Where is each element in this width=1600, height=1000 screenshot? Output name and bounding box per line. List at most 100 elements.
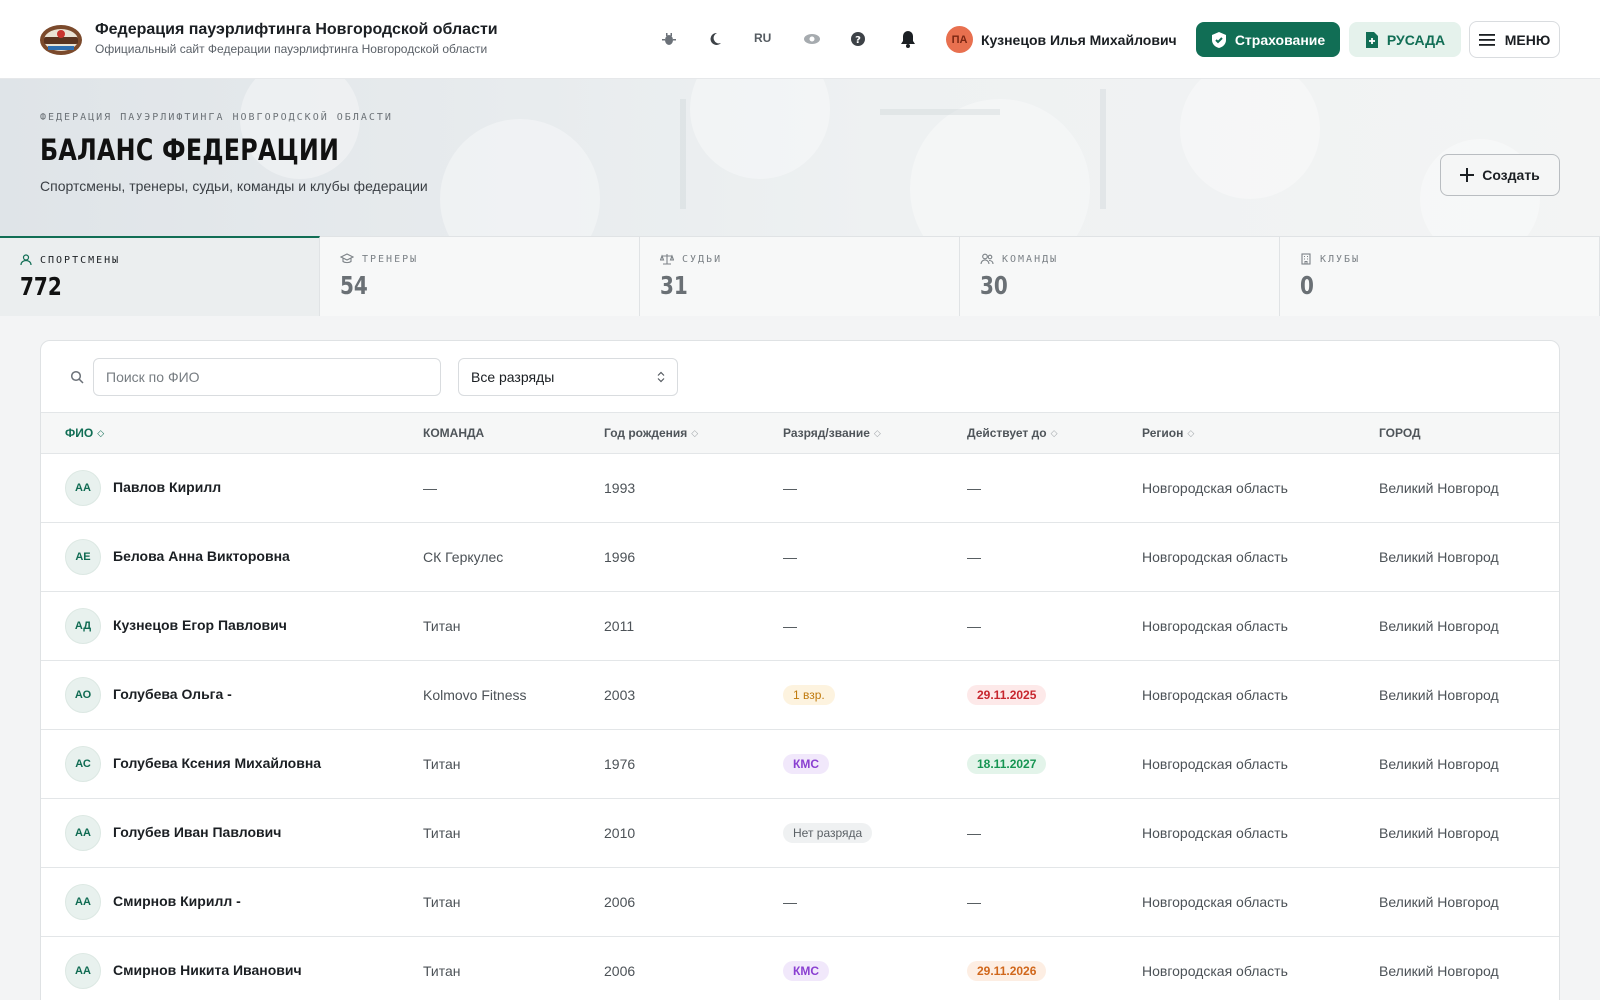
table-row[interactable]: АА Смирнов Никита Иванович Титан 2006 КМС 29.…	[41, 937, 1559, 1000]
bug-icon[interactable]	[657, 27, 681, 51]
hamburger-icon	[1478, 33, 1495, 46]
table-row[interactable]: АА Смирнов Кирилл - Титан 2006 — — Новгородска…	[41, 868, 1559, 937]
valid-until-cell: —	[967, 894, 981, 910]
city-cell: Великий Новгород	[1379, 549, 1499, 565]
valid-until-badge: 29.11.2025	[967, 685, 1047, 705]
hero-banner: ФЕДЕРАЦИЯ ПАУЭРЛИФТИНГА НОВГОРОДСКОЙ ОБЛ…	[0, 79, 1600, 236]
valid-until-cell: —	[967, 480, 981, 496]
site-title[interactable]: Федерация пауэрлифтинга Новгородской обл…	[95, 21, 498, 39]
table-row[interactable]: АА Голубев Иван Павлович Титан 2010 Нет разр…	[41, 799, 1559, 868]
rank-select[interactable]: Все разряды	[458, 358, 678, 396]
rank-cell: —	[783, 618, 797, 634]
athlete-name[interactable]: Голубева Ольга -	[113, 686, 232, 702]
table-row[interactable]: АЕ Белова Анна Викторовна СК Геркулес 1996 —…	[41, 523, 1559, 592]
rusada-label: РУСАДА	[1386, 31, 1446, 48]
team-cell: Титан	[423, 963, 461, 979]
column-label: Разряд/звание	[783, 426, 870, 440]
column-label: ГОРОД	[1379, 426, 1421, 440]
table-row[interactable]: АС Голубева Ксения Михайловна Титан 1976 КМС…	[41, 730, 1559, 799]
building-icon	[1301, 253, 1311, 265]
rank-cell: —	[783, 549, 797, 565]
valid-until-badge: 18.11.2027	[967, 754, 1047, 774]
svg-text:?: ?	[855, 35, 861, 46]
language-switch[interactable]: RU	[754, 31, 771, 45]
stat-value: 772	[20, 272, 62, 301]
team-cell: —	[423, 480, 437, 496]
top-header: Федерация пауэрлифтинга Новгородской обл…	[0, 0, 1600, 79]
search-input[interactable]	[93, 358, 441, 396]
help-icon[interactable]: ?	[846, 27, 870, 51]
birth-year-cell: 2003	[604, 687, 636, 703]
birth-year-cell: 1993	[604, 480, 636, 496]
insurance-button[interactable]: Страхование	[1196, 22, 1340, 57]
bell-icon[interactable]	[896, 27, 920, 51]
filters-bar: Все разряды	[41, 341, 1559, 413]
sort-icon: ◇	[691, 427, 699, 438]
user-profile[interactable]: ПА Кузнецов Илья Михайлович	[946, 26, 1177, 53]
athlete-name[interactable]: Кузнецов Егор Павлович	[113, 617, 287, 633]
team-cell: СК Геркулес	[423, 549, 504, 565]
site-subtitle: Официальный сайт Федерации пауэрлифтинга…	[95, 42, 488, 56]
column-label: Год рождения	[604, 426, 688, 440]
page-title: БАЛАНС ФЕДЕРАЦИИ	[40, 133, 340, 167]
rank-badge: КМС	[783, 754, 829, 774]
team-cell: Титан	[423, 825, 461, 841]
column-header-region[interactable]: Регион ◇	[1142, 426, 1194, 440]
city-cell: Великий Новгород	[1379, 756, 1499, 772]
region-cell: Новгородская область	[1142, 687, 1288, 703]
table-row[interactable]: АА Павлов Кирилл — 1993 — — Новгородская облас…	[41, 454, 1559, 523]
column-header-birth-year[interactable]: Год рождения ◇	[604, 426, 698, 440]
table-row[interactable]: АО Голубева Ольга - Kolmovo Fitness 2003 1 в…	[41, 661, 1559, 730]
stat-value: 30	[980, 271, 1008, 300]
table-row[interactable]: АД Кузнецов Егор Павлович Титан 2011 — — Новго…	[41, 592, 1559, 661]
avatar: АС	[65, 746, 101, 782]
user-icon	[20, 254, 32, 266]
column-header-valid-until[interactable]: Действует до ◇	[967, 426, 1058, 440]
insurance-label: Страхование	[1234, 31, 1326, 48]
users-icon	[980, 253, 994, 265]
athlete-name[interactable]: Голубева Ксения Михайловна	[113, 755, 321, 771]
city-cell: Великий Новгород	[1379, 894, 1499, 910]
rank-cell: —	[783, 480, 797, 496]
valid-until-cell: —	[967, 549, 981, 565]
tab-judges[interactable]: СУДЬИ 31	[640, 236, 960, 316]
region-cell: Новгородская область	[1142, 480, 1288, 496]
federation-logo[interactable]	[38, 20, 84, 60]
column-header-rank[interactable]: Разряд/звание ◇	[783, 426, 881, 440]
athlete-name[interactable]: Белова Анна Викторовна	[113, 548, 290, 564]
create-button[interactable]: Создать	[1440, 154, 1560, 196]
athlete-name[interactable]: Смирнов Кирилл -	[113, 893, 241, 909]
menu-button[interactable]: МЕНЮ	[1469, 21, 1560, 58]
column-header-city: ГОРОД	[1379, 426, 1421, 440]
eye-icon[interactable]	[800, 27, 824, 51]
birth-year-cell: 2006	[604, 894, 636, 910]
rusada-button[interactable]: РУСАДА	[1349, 22, 1461, 57]
table-body: АА Павлов Кирилл — 1993 — — Новгородская облас…	[41, 454, 1559, 1000]
breadcrumb: ФЕДЕРАЦИЯ ПАУЭРЛИФТИНГА НОВГОРОДСКОЙ ОБЛ…	[40, 112, 393, 123]
valid-until-badge: 29.11.2026	[967, 961, 1047, 981]
birth-year-cell: 1996	[604, 549, 636, 565]
menu-label: МЕНЮ	[1504, 31, 1551, 48]
tab-clubs[interactable]: КЛУБЫ 0	[1280, 236, 1600, 316]
tab-teams[interactable]: КОМАНДЫ 30	[960, 236, 1280, 316]
athlete-name[interactable]: Павлов Кирилл	[113, 479, 221, 495]
column-header-name[interactable]: ФИО ◇	[65, 426, 104, 440]
rank-cell: —	[783, 894, 797, 910]
moon-icon[interactable]	[703, 27, 727, 51]
tab-coaches[interactable]: ТРЕНЕРЫ 54	[320, 236, 640, 316]
stats-tabs: СПОРТСМЕНЫ 772 ТРЕНЕРЫ 54 СУДЬИ 31 КОМАН…	[0, 236, 1600, 316]
team-cell: Титан	[423, 894, 461, 910]
stat-value: 0	[1300, 271, 1314, 300]
avatar: АА	[65, 470, 101, 506]
rank-badge: КМС	[783, 961, 829, 981]
athlete-name[interactable]: Смирнов Никита Иванович	[113, 962, 302, 978]
document-icon	[1365, 31, 1378, 48]
user-name: Кузнецов Илья Михайлович	[981, 31, 1177, 48]
column-header-team: КОМАНДА	[423, 426, 484, 440]
sort-icon: ◇	[97, 427, 105, 438]
avatar: АА	[65, 884, 101, 920]
city-cell: Великий Новгород	[1379, 825, 1499, 841]
tab-athletes[interactable]: СПОРТСМЕНЫ 772	[0, 236, 320, 316]
athlete-name[interactable]: Голубев Иван Павлович	[113, 824, 281, 840]
team-cell: Титан	[423, 756, 461, 772]
